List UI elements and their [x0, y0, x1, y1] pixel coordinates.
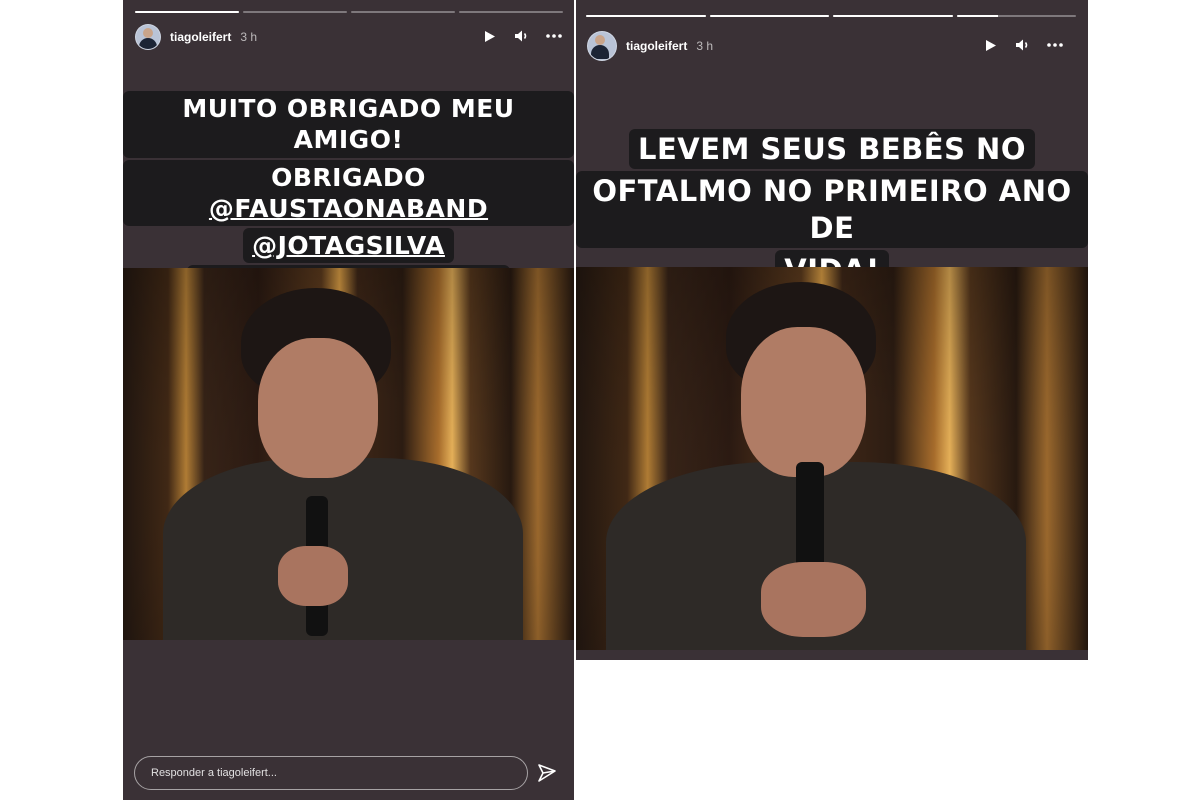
- person-figure: [123, 268, 574, 640]
- volume-icon[interactable]: [513, 27, 531, 45]
- mention-link[interactable]: @JOTAGSILVA: [252, 231, 445, 260]
- progress-segment: [135, 11, 239, 13]
- progress-segment: [709, 15, 829, 17]
- more-icon[interactable]: [1046, 36, 1064, 54]
- reply-placeholder: Responder a tiagoleifert...: [151, 767, 277, 779]
- progress-segment: [586, 15, 706, 17]
- reply-input[interactable]: Responder a tiagoleifert...: [134, 756, 528, 790]
- send-icon[interactable]: [536, 762, 558, 784]
- avatar[interactable]: [135, 24, 161, 50]
- progress-segment: [833, 15, 953, 17]
- story-video-left[interactable]: [123, 268, 574, 640]
- story-controls-left: [481, 27, 563, 45]
- reply-bar: Responder a tiagoleifert...: [134, 756, 558, 790]
- progress-segment: [956, 15, 1076, 17]
- progress-segment: [351, 11, 455, 13]
- volume-icon[interactable]: [1014, 36, 1032, 54]
- story-header-right: tiagoleifert 3 h: [587, 31, 713, 61]
- username[interactable]: tiagoleifert: [170, 30, 231, 44]
- caption-line: OBRIGADO @FAUSTAONABAND: [123, 159, 574, 226]
- person-figure: [576, 267, 1088, 650]
- username[interactable]: tiagoleifert: [626, 39, 687, 53]
- story-panel-right: tiagoleifert 3 h LEVEM SEUS BEBÊS NO OFTA…: [576, 0, 1088, 660]
- caption-line: MUITO OBRIGADO MEU AMIGO!: [123, 91, 574, 158]
- play-icon[interactable]: [481, 27, 499, 45]
- story-video-right[interactable]: [576, 267, 1088, 650]
- caption-text: OFTALMO NO PRIMEIRO ANO DE: [592, 174, 1072, 245]
- caption-text: LEVEM SEUS BEBÊS NO: [638, 132, 1026, 166]
- caption-text: MUITO OBRIGADO MEU AMIGO!: [182, 94, 515, 155]
- progress-segment: [459, 11, 563, 13]
- mention-link[interactable]: @FAUSTAONABAND: [209, 194, 488, 223]
- caption-text: OBRIGADO: [271, 162, 426, 192]
- story-panel-left: tiagoleifert 3 h MUITO OBRIGADO MEU AMIG…: [123, 0, 574, 800]
- story-header-left: tiagoleifert 3 h: [135, 24, 257, 50]
- caption-line: LEVEM SEUS BEBÊS NO: [629, 129, 1035, 170]
- progress-bar-left: [135, 11, 563, 13]
- more-icon[interactable]: [545, 27, 563, 45]
- post-time: 3 h: [696, 39, 714, 53]
- story-controls-right: [982, 36, 1064, 54]
- play-icon[interactable]: [982, 36, 1000, 54]
- avatar[interactable]: [587, 31, 617, 61]
- caption-line: @JOTAGSILVA: [243, 228, 454, 264]
- post-time: 3 h: [240, 30, 258, 44]
- caption-line: OFTALMO NO PRIMEIRO ANO DE: [576, 171, 1088, 248]
- progress-bar-right: [586, 15, 1076, 17]
- progress-segment: [243, 11, 347, 13]
